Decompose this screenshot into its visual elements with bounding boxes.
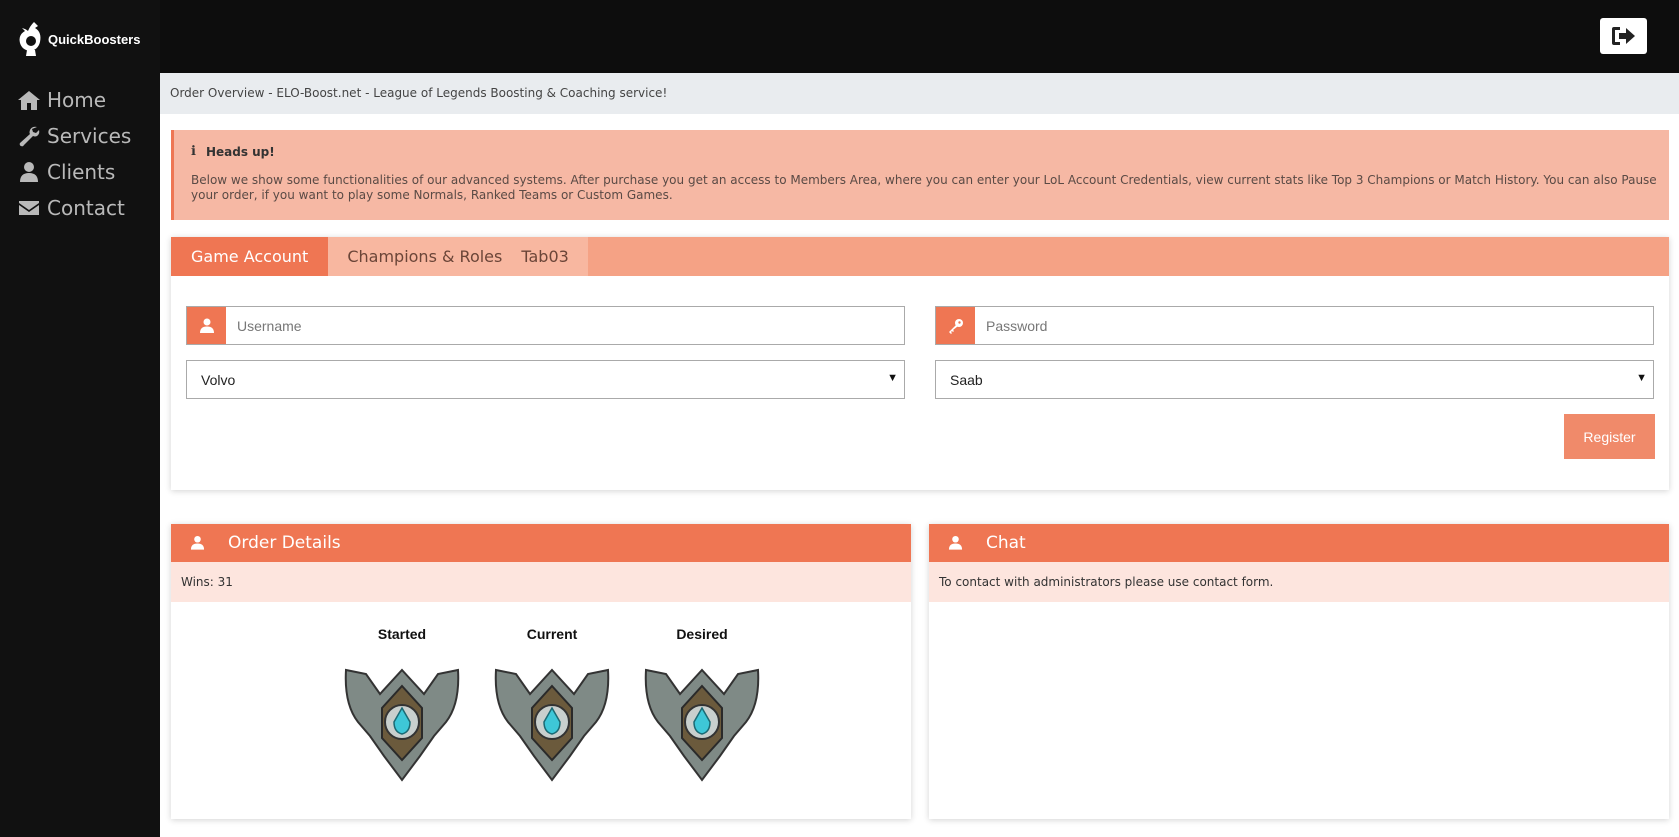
tab-tab03[interactable]: Tab03: [521, 237, 588, 276]
sidebar-item-services[interactable]: Services: [17, 118, 131, 154]
rank-label: Desired: [676, 626, 728, 642]
alert-title: Heads up!: [205, 144, 275, 159]
chat-header: Chat: [929, 524, 1669, 562]
sidebar-item-label: Contact: [47, 196, 125, 220]
sidebar-item-label: Clients: [47, 160, 116, 184]
password-field-group: [935, 306, 1654, 345]
sidebar-item-label: Home: [47, 88, 107, 112]
tab-game-account[interactable]: Game Account: [171, 237, 329, 276]
alert-body: Below we show some functionalities of ou…: [191, 173, 1657, 202]
password-input[interactable]: [975, 307, 1653, 344]
sidebar-nav: Home Services Clients Contact: [17, 82, 131, 226]
brand-logo[interactable]: QuickBoosters: [16, 20, 140, 58]
rank-desired: Desired: [627, 626, 777, 786]
rank-row: Started Current Desired: [327, 626, 777, 786]
select-value: Saab: [950, 372, 983, 388]
sidebar-item-label: Services: [47, 124, 132, 148]
password-addon: [936, 307, 975, 344]
chat-card: Chat To contact with administrators plea…: [929, 524, 1669, 819]
car-select-2[interactable]: Saab ▼: [935, 360, 1654, 399]
rank-current: Current: [477, 626, 627, 786]
logout-button[interactable]: [1600, 18, 1647, 54]
alert-title-row: ℹ Heads up!: [191, 144, 1669, 159]
sidebar-item-clients[interactable]: Clients: [17, 154, 131, 190]
register-button[interactable]: Register: [1564, 414, 1655, 459]
rank-emblem-icon: [344, 668, 460, 782]
caret-down-icon: ▼: [887, 372, 898, 384]
username-input[interactable]: [226, 307, 904, 344]
user-icon: [199, 318, 214, 333]
username-field-group: [186, 306, 905, 345]
envelope-icon: [19, 201, 39, 215]
tab-champions-roles[interactable]: Champions & Roles: [328, 237, 522, 276]
sidebar-item-home[interactable]: Home: [17, 82, 131, 118]
info-icon: ℹ: [191, 144, 196, 159]
home-icon: [18, 91, 40, 110]
account-panel: Game Account Champions & Roles Tab03 Vol…: [171, 237, 1669, 490]
rank-label: Current: [526, 626, 578, 642]
rank-started: Started: [327, 626, 477, 786]
rank-emblem-icon: [644, 668, 760, 782]
brand-name: QuickBoosters: [48, 31, 141, 47]
user-icon: [190, 535, 205, 550]
chat-message: To contact with administrators please us…: [929, 562, 1669, 602]
user-icon: [948, 535, 963, 550]
logo-icon: [19, 22, 41, 56]
order-details-header: Order Details: [171, 524, 911, 562]
chat-title: Chat: [986, 533, 1026, 553]
sidebar-item-contact[interactable]: Contact: [17, 190, 131, 226]
user-icon: [20, 162, 38, 182]
sidebar: QuickBoosters Home Services Clients Cont…: [0, 0, 160, 837]
breadcrumb: Order Overview - ELO-Boost.net - League …: [160, 73, 1679, 114]
rank-emblem-icon: [494, 668, 610, 782]
select-value: Volvo: [201, 372, 236, 388]
top-bar: [160, 0, 1679, 73]
wins-row: Wins: 31: [171, 562, 911, 602]
username-addon: [187, 307, 226, 344]
wrench-icon: [19, 126, 40, 147]
rank-label: Started: [377, 626, 427, 642]
order-details-title: Order Details: [228, 533, 341, 553]
car-select-1[interactable]: Volvo ▼: [186, 360, 905, 399]
order-details-card: Order Details Wins: 31 Started Current D…: [171, 524, 911, 819]
heads-up-alert: ℹ Heads up! Below we show some functiona…: [171, 130, 1669, 220]
caret-down-icon: ▼: [1636, 372, 1647, 384]
key-icon: [948, 318, 963, 334]
sign-out-icon: [1611, 27, 1635, 45]
tab-bar: Game Account Champions & Roles Tab03: [171, 237, 1669, 276]
